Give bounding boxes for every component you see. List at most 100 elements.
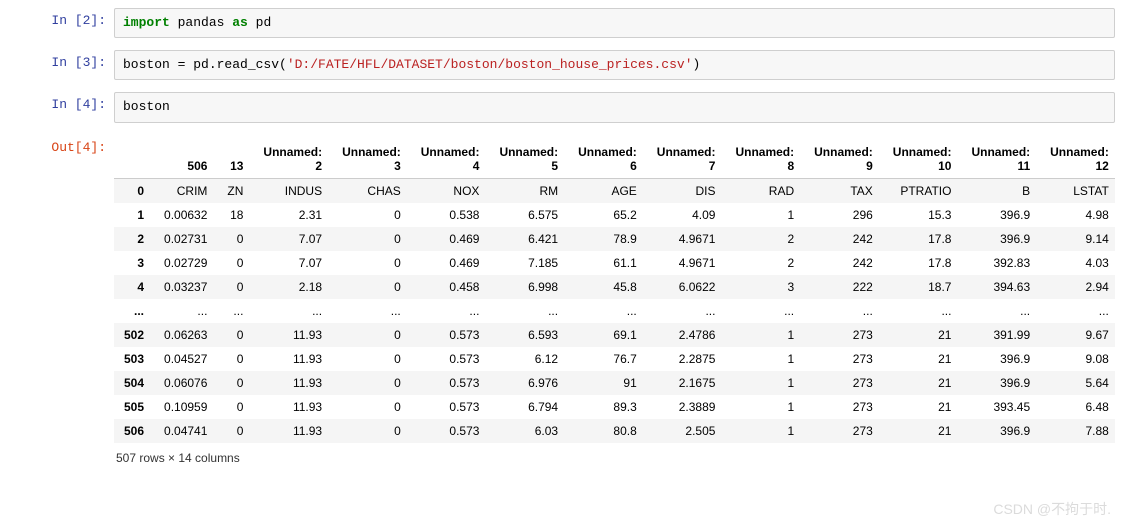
table-cell: 1: [725, 395, 804, 419]
table-cell: AGE: [568, 178, 647, 203]
table-row: 30.0272907.0700.4697.18561.14.9671224217…: [114, 251, 1115, 275]
table-cell: 2.1675: [647, 371, 726, 395]
table-cell: ...: [489, 299, 568, 323]
table-cell: 69.1: [568, 323, 647, 347]
row-index: 1: [114, 203, 154, 227]
table-cell: 0.02729: [154, 251, 217, 275]
table-cell: 393.45: [961, 395, 1040, 419]
table-cell: 0: [217, 347, 253, 371]
input-prompt-4: In [4]:: [16, 92, 114, 112]
code-text: pd: [248, 15, 271, 30]
column-header: [114, 140, 154, 179]
table-cell: 0.00632: [154, 203, 217, 227]
row-index: 504: [114, 371, 154, 395]
table-cell: 2.2875: [647, 347, 726, 371]
table-cell: 0: [217, 323, 253, 347]
code-cell-2: In [2]: import pandas as pd: [16, 8, 1115, 38]
table-cell: 1: [725, 419, 804, 443]
table-cell: ...: [253, 299, 332, 323]
table-row: 40.0323702.1800.4586.99845.86.0622322218…: [114, 275, 1115, 299]
row-index: 502: [114, 323, 154, 347]
table-cell: 242: [804, 251, 883, 275]
table-cell: 0.469: [411, 227, 490, 251]
table-cell: 242: [804, 227, 883, 251]
column-header: Unnamed:3: [332, 140, 411, 179]
table-cell: 6.593: [489, 323, 568, 347]
code-input-4[interactable]: boston: [114, 92, 1115, 122]
table-row: 5030.04527011.9300.5736.1276.72.28751273…: [114, 347, 1115, 371]
table-cell: 6.03: [489, 419, 568, 443]
table-cell: 11.93: [253, 395, 332, 419]
table-cell: ...: [332, 299, 411, 323]
keyword: import: [123, 15, 170, 30]
table-cell: 7.07: [253, 227, 332, 251]
code-input-2[interactable]: import pandas as pd: [114, 8, 1115, 38]
code-input-3[interactable]: boston = pd.read_csv('D:/FATE/HFL/DATASE…: [114, 50, 1115, 80]
table-cell: 0: [332, 323, 411, 347]
table-cell: 6.976: [489, 371, 568, 395]
watermark: CSDN @不拘于时.: [993, 499, 1111, 519]
dataframe-output: 50613Unnamed:2Unnamed:3Unnamed:4Unnamed:…: [114, 135, 1115, 478]
table-row: 5060.04741011.9300.5736.0380.82.50512732…: [114, 419, 1115, 443]
table-cell: ZN: [217, 178, 253, 203]
column-header: Unnamed:5: [489, 140, 568, 179]
table-cell: 18.7: [883, 275, 962, 299]
table-cell: 0: [217, 419, 253, 443]
row-index: 3: [114, 251, 154, 275]
column-header: Unnamed:12: [1040, 140, 1115, 179]
table-cell: 7.07: [253, 251, 332, 275]
table-cell: 0: [217, 395, 253, 419]
table-cell: 3: [725, 275, 804, 299]
table-row: 10.00632182.3100.5386.57565.24.09129615.…: [114, 203, 1115, 227]
table-cell: 0.03237: [154, 275, 217, 299]
code-text: boston = pd.read_csv(: [123, 57, 287, 72]
input-prompt-2: In [2]:: [16, 8, 114, 28]
row-index: 4: [114, 275, 154, 299]
table-cell: 396.9: [961, 227, 1040, 251]
table-cell: 80.8: [568, 419, 647, 443]
table-cell: 396.9: [961, 371, 1040, 395]
table-cell: 0: [332, 275, 411, 299]
table-cell: 0.06076: [154, 371, 217, 395]
table-cell: 17.8: [883, 251, 962, 275]
table-cell: 2: [725, 251, 804, 275]
table-cell: 4.03: [1040, 251, 1115, 275]
table-cell: 0: [217, 251, 253, 275]
table-cell: 0.458: [411, 275, 490, 299]
table-cell: TAX: [804, 178, 883, 203]
table-cell: 0.04527: [154, 347, 217, 371]
table-cell: 4.9671: [647, 227, 726, 251]
table-cell: 76.7: [568, 347, 647, 371]
table-cell: 0.573: [411, 395, 490, 419]
table-cell: 2.94: [1040, 275, 1115, 299]
table-cell: 2.31: [253, 203, 332, 227]
table-cell: 1: [725, 203, 804, 227]
table-cell: 1: [725, 347, 804, 371]
table-cell: 7.88: [1040, 419, 1115, 443]
code-text: ): [693, 57, 701, 72]
table-cell: 0: [217, 371, 253, 395]
table-cell: 391.99: [961, 323, 1040, 347]
table-cell: 4.09: [647, 203, 726, 227]
table-cell: 0.573: [411, 419, 490, 443]
table-cell: 0: [332, 419, 411, 443]
table-row: 5020.06263011.9300.5736.59369.12.4786127…: [114, 323, 1115, 347]
column-header: Unnamed:10: [883, 140, 962, 179]
table-cell: ...: [217, 299, 253, 323]
table-cell: 65.2: [568, 203, 647, 227]
output-prompt-4: Out[4]:: [16, 135, 114, 155]
table-cell: 0.469: [411, 251, 490, 275]
table-cell: 15.3: [883, 203, 962, 227]
table-cell: 273: [804, 323, 883, 347]
table-cell: 0.10959: [154, 395, 217, 419]
table-cell: 21: [883, 347, 962, 371]
table-cell: 0: [332, 347, 411, 371]
table-cell: 2.4786: [647, 323, 726, 347]
table-row: 5050.10959011.9300.5736.79489.32.3889127…: [114, 395, 1115, 419]
table-cell: 0.538: [411, 203, 490, 227]
table-cell: CRIM: [154, 178, 217, 203]
code-text: pandas: [170, 15, 232, 30]
table-cell: 0.573: [411, 323, 490, 347]
table-cell: RM: [489, 178, 568, 203]
column-header: Unnamed:11: [961, 140, 1040, 179]
